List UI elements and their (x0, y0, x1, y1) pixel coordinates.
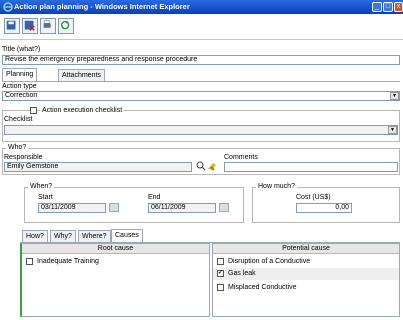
chevron-down-icon[interactable]: ▼ (390, 92, 399, 100)
tab-how[interactable]: How? (22, 230, 48, 242)
potential-cause-header: Potential cause (213, 244, 399, 254)
root-cause-item: Inadequate Training (37, 258, 99, 265)
clear-icon[interactable] (207, 161, 218, 171)
save-icon (6, 20, 16, 30)
start-calendar-icon[interactable] (109, 203, 119, 212)
checklist-label: Checklist (4, 116, 33, 123)
maximize-button[interactable]: □ (383, 2, 393, 12)
checklist-dropdown-icon[interactable]: ▼ (388, 126, 397, 134)
refresh-button[interactable] (58, 18, 74, 34)
tab-why[interactable]: Why? (50, 230, 76, 242)
print-button[interactable] (40, 18, 56, 34)
start-label: Start (38, 194, 53, 201)
title-label: Title (what?) (2, 46, 41, 53)
internet-explorer-icon (3, 2, 13, 12)
end-label: End (148, 194, 161, 201)
action-execution-label: Action execution checklist (40, 107, 125, 114)
action-type-select[interactable]: Correction (2, 91, 400, 101)
potential-cause-item: Misplaced Conductive (228, 284, 297, 291)
tab-where[interactable]: Where? (78, 230, 111, 242)
responsible-label: Responsible (4, 154, 43, 161)
save-close-icon (24, 20, 35, 31)
checklist-select[interactable] (4, 125, 398, 135)
tab-planning[interactable]: Planning (2, 68, 38, 81)
minimize-button[interactable]: _ (372, 2, 382, 12)
tab-divider (2, 81, 400, 82)
print-icon (43, 20, 51, 28)
tab-causes[interactable]: Causes (111, 229, 143, 242)
potential-cause-panel (212, 243, 400, 317)
search-icon[interactable] (196, 161, 206, 171)
who-label: Who? (6, 144, 29, 151)
how-much-label: How much? (256, 183, 297, 190)
potential-cause-item: Gas leak (228, 270, 256, 277)
save-button[interactable] (4, 18, 20, 34)
potential-cause-checkbox-disruption[interactable] (217, 258, 224, 265)
close-button[interactable]: x (394, 2, 403, 12)
action-type-label: Action type (2, 83, 37, 90)
action-execution-checkbox[interactable] (30, 107, 37, 114)
when-label: When? (28, 183, 55, 190)
end-calendar-icon[interactable] (219, 203, 229, 212)
potential-cause-checkbox-gas-leak[interactable]: ✓ (217, 270, 224, 277)
end-date-input[interactable]: 06/11/2009 (148, 203, 216, 213)
responsible-input[interactable]: Emily Gemstone (4, 162, 192, 172)
comments-input[interactable] (224, 162, 398, 172)
save-and-close-button[interactable] (22, 18, 38, 34)
cost-label: Cost (US$) (296, 194, 331, 201)
start-date-input[interactable]: 03/11/2009 (38, 203, 106, 213)
cost-input[interactable]: 0,00 (296, 203, 352, 213)
refresh-icon (60, 20, 70, 30)
tab-attachments[interactable]: Attachments (58, 69, 105, 81)
root-cause-panel (20, 243, 210, 317)
window-title: Action plan planning - Windows Internet … (0, 0, 403, 14)
potential-cause-checkbox-misplaced[interactable] (217, 284, 224, 291)
potential-cause-item: Disruption of a Conductive (228, 258, 311, 265)
comments-label: Comments (224, 154, 258, 161)
title-input[interactable]: Revise the emergency preparedness and re… (2, 55, 400, 65)
root-cause-header: Root cause (22, 244, 209, 254)
root-cause-checkbox-inadequate-training[interactable] (26, 258, 33, 265)
